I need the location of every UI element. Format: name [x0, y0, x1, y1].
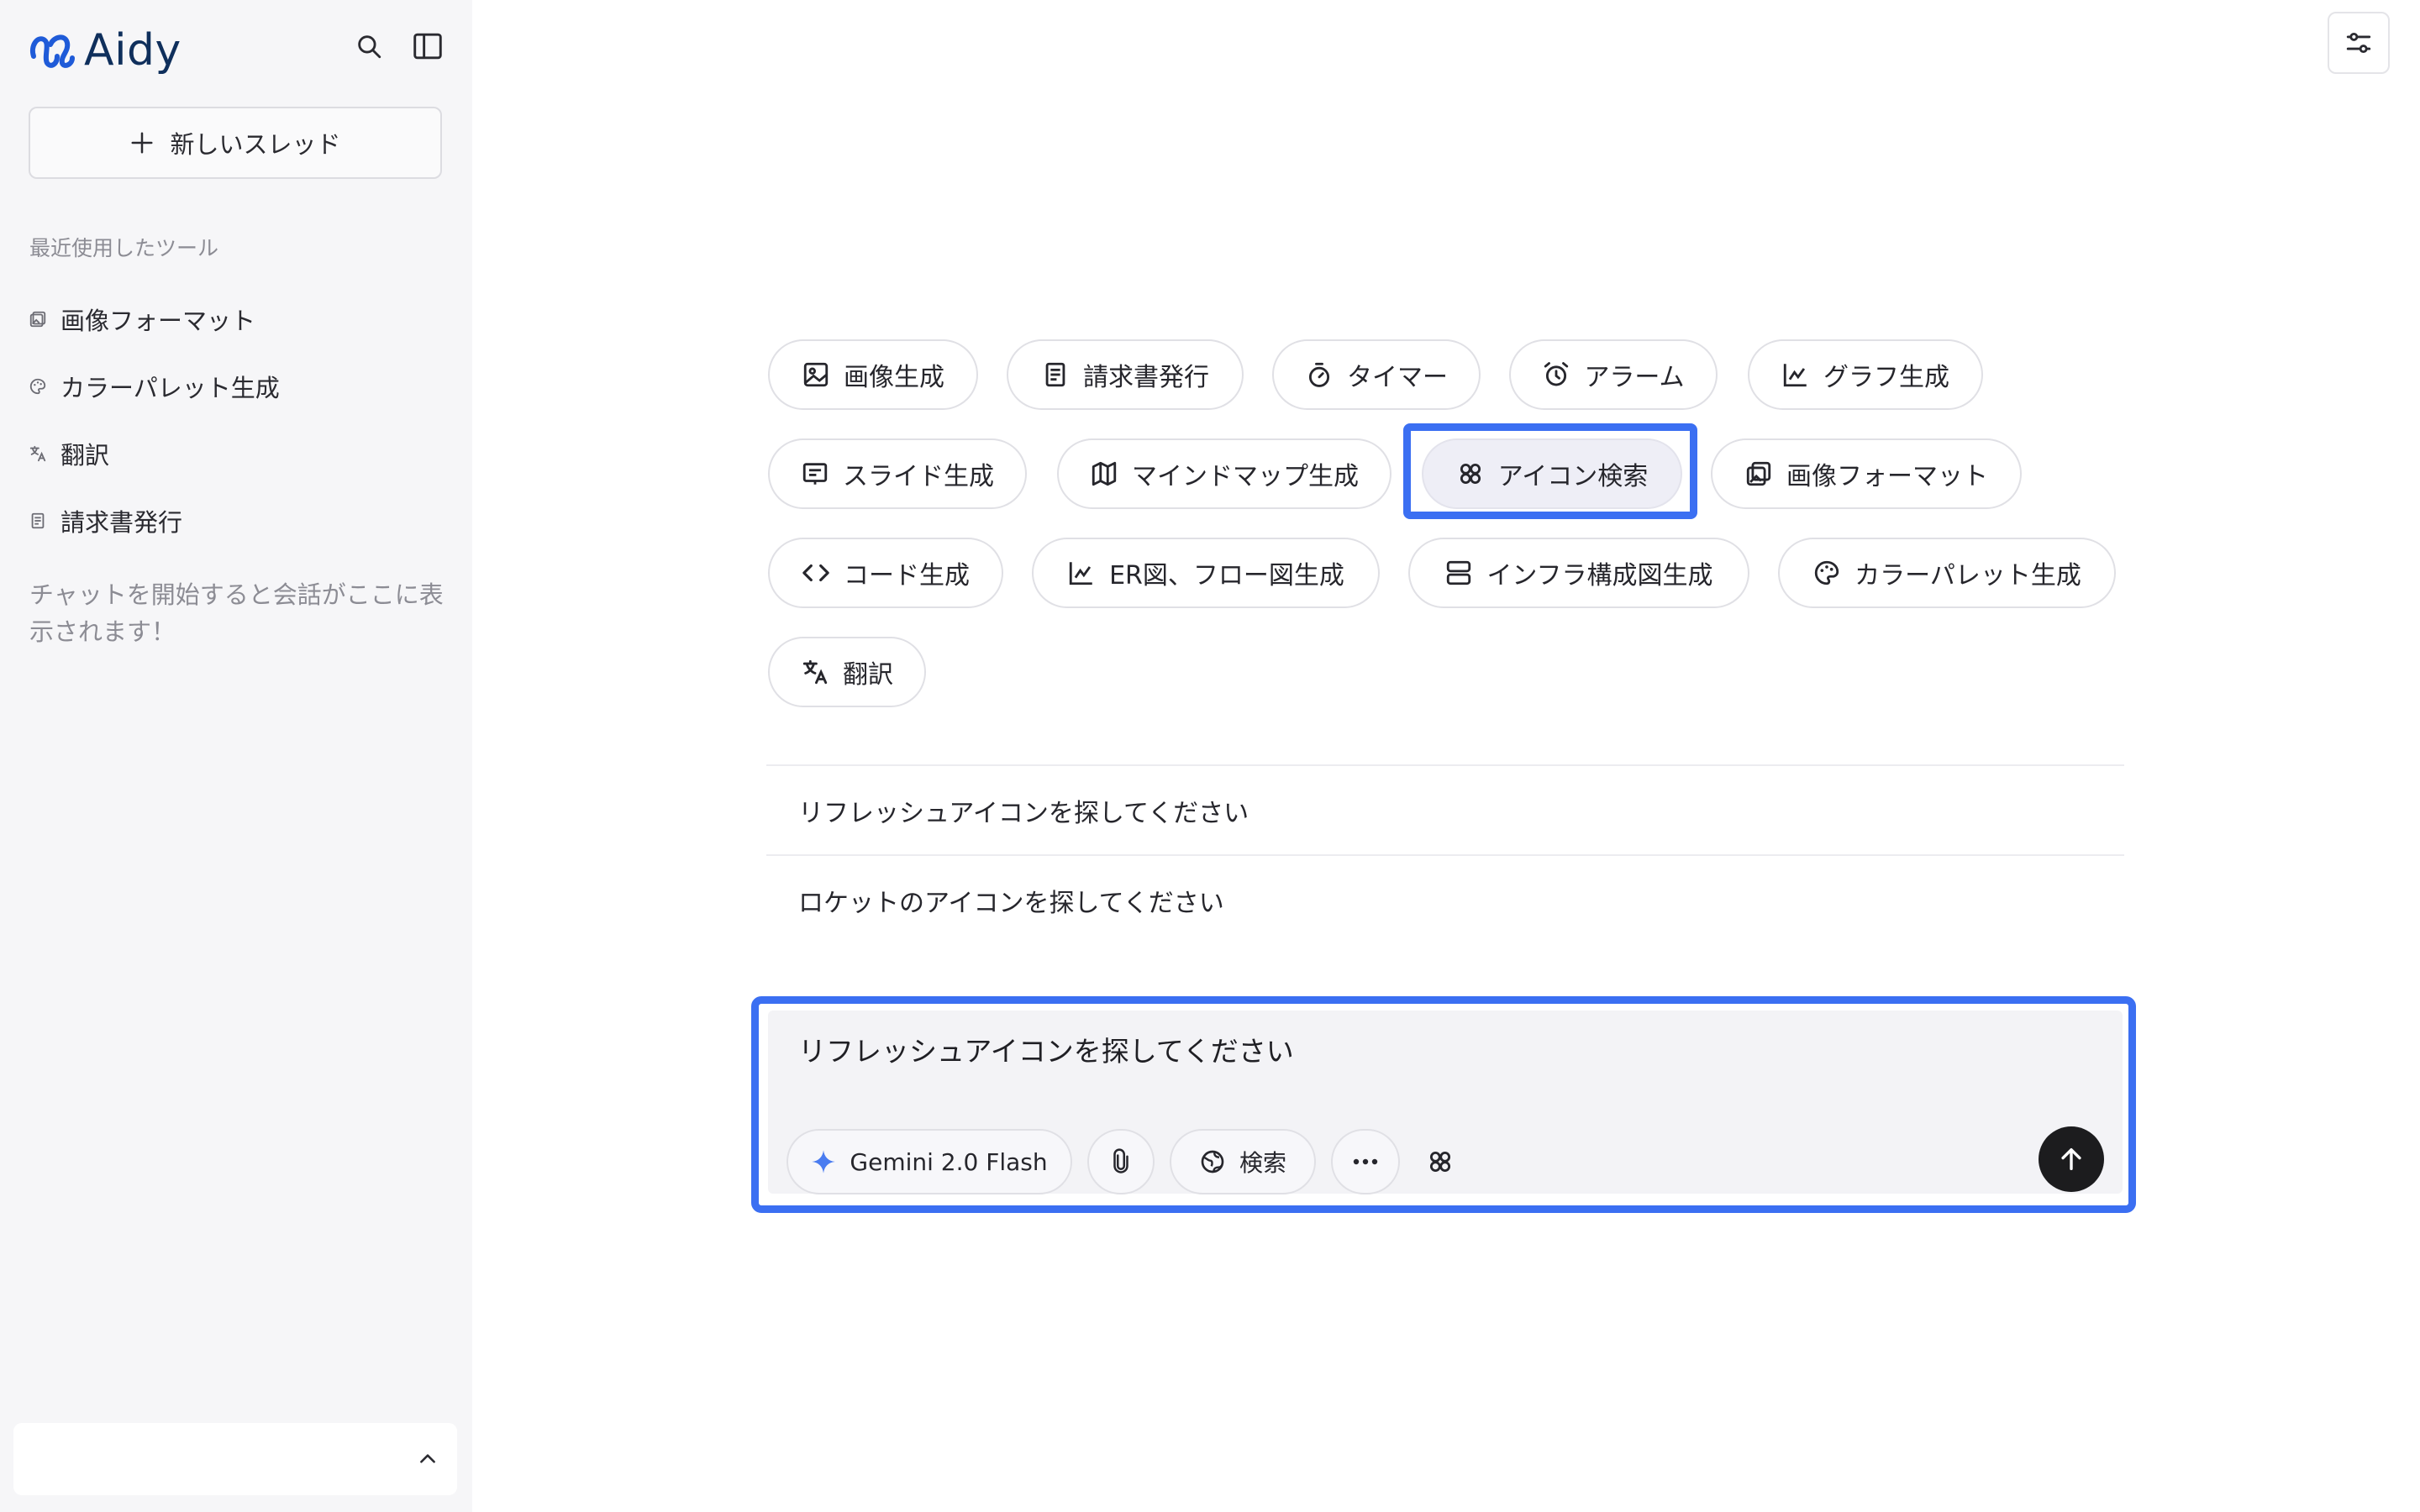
more-horizontal-icon	[1353, 1158, 1378, 1165]
icon-search-icon	[1460, 463, 1481, 485]
recent-item-label: 翻訳	[60, 441, 110, 470]
server-icon	[1447, 560, 1471, 585]
code-icon	[802, 564, 829, 582]
active-tool-indicator[interactable]	[1423, 1145, 1457, 1179]
tool-chip-color-palette[interactable]: カラーパレット生成	[1778, 538, 2116, 608]
empty-threads-message: チャットを開始すると会話がここに表示されます！	[29, 580, 444, 646]
tool-chip-invoice[interactable]: 請求書発行	[1007, 339, 1244, 410]
search-button[interactable]	[350, 27, 388, 66]
tool-chip-label: ER図、フロー図生成	[1109, 561, 1344, 591]
tool-chip-label: マインドマップ生成	[1132, 462, 1359, 491]
model-selector[interactable]: Gemini 2.0 Flash	[786, 1129, 1072, 1194]
tool-chip-label: 請求書発行	[1083, 363, 1209, 392]
web-search-toggle[interactable]: 検索	[1170, 1129, 1316, 1194]
account-menu[interactable]	[13, 1423, 457, 1495]
recent-item-translate[interactable]: 翻訳	[29, 420, 280, 487]
tool-chip-slides[interactable]: スライド生成	[768, 438, 1027, 509]
globe-icon	[1201, 1150, 1224, 1173]
icon-search-icon	[1429, 1151, 1451, 1173]
chart-icon	[1069, 562, 1092, 585]
paperclip-icon	[1113, 1148, 1128, 1173]
tool-chip-er-flow[interactable]: ER図、フロー図生成	[1032, 538, 1380, 608]
image-icon	[803, 362, 829, 387]
recent-item-label: カラーパレット生成	[60, 374, 280, 402]
timer-icon	[1308, 362, 1330, 387]
translate-icon	[29, 445, 46, 462]
suggestion-list: リフレッシュアイコンを探してください ロケットのアイコンを探してください	[766, 764, 2124, 944]
tool-chip-label: タイマー	[1347, 363, 1448, 392]
new-thread-button[interactable]: 新しいスレッド	[29, 107, 442, 179]
tool-chip-translate[interactable]: 翻訳	[768, 637, 926, 707]
chevron-up-icon	[420, 1454, 435, 1463]
sliders-icon	[2346, 32, 2371, 54]
tool-chip-label: アラーム	[1584, 363, 1685, 392]
model-label: Gemini 2.0 Flash	[850, 1147, 1048, 1176]
send-button[interactable]	[2039, 1126, 2104, 1192]
invoice-icon	[31, 512, 45, 529]
sidebar-toggle-icon	[413, 33, 442, 60]
tool-chip-label: 翻訳	[843, 660, 893, 690]
gemini-sparkle-icon	[812, 1150, 836, 1173]
map-icon	[1092, 461, 1117, 486]
brand[interactable]: Aidy	[29, 25, 182, 76]
tool-chip-mindmap[interactable]: マインドマップ生成	[1057, 438, 1392, 509]
suggestion-item[interactable]: リフレッシュアイコンを探してください	[766, 764, 2124, 854]
recent-item-label: 画像フォーマット	[60, 307, 256, 335]
slides-icon	[802, 463, 828, 485]
recent-item-color-palette[interactable]: カラーパレット生成	[29, 353, 280, 420]
tool-chip-label: インフラ構成図生成	[1486, 561, 1713, 591]
suggestion-item[interactable]: ロケットのアイコンを探してください	[766, 854, 2124, 944]
tool-chip-label: 画像フォーマット	[1786, 462, 1988, 491]
plus-icon	[131, 132, 153, 154]
tool-chip-alarm[interactable]: アラーム	[1509, 339, 1718, 410]
attach-button[interactable]	[1087, 1129, 1155, 1194]
more-options-button[interactable]	[1331, 1129, 1400, 1194]
palette-icon	[1814, 560, 1839, 585]
chart-icon	[1783, 364, 1807, 387]
message-input[interactable]	[798, 1032, 2059, 1065]
image-format-icon	[29, 311, 46, 328]
tool-chip-code[interactable]: コード生成	[768, 538, 1003, 608]
tool-chip-image-format[interactable]: 画像フォーマット	[1711, 438, 2022, 509]
arrow-up-icon	[2061, 1147, 2081, 1171]
tool-chip-chart[interactable]: グラフ生成	[1748, 339, 1983, 410]
tool-chip-image-generation[interactable]: 画像生成	[768, 339, 978, 410]
tool-chip-label: 画像生成	[844, 363, 944, 392]
tool-chip-icon-search[interactable]: アイコン検索	[1422, 438, 1682, 509]
tool-chip-infra[interactable]: インフラ構成図生成	[1408, 538, 1749, 608]
recent-item-label: 請求書発行	[60, 508, 183, 537]
recent-item-invoice[interactable]: 請求書発行	[29, 487, 280, 554]
tool-chip-label: カラーパレット生成	[1854, 561, 2081, 591]
brand-name: Aidy	[84, 25, 182, 76]
palette-icon	[29, 378, 46, 395]
tool-chip-label: コード生成	[844, 561, 970, 591]
brand-logo-icon	[29, 31, 76, 70]
tool-chip-timer[interactable]: タイマー	[1272, 339, 1481, 410]
tool-chip-label: グラフ生成	[1823, 363, 1949, 392]
toggle-sidebar-button[interactable]	[408, 27, 447, 66]
tool-chip-label: スライド生成	[843, 462, 994, 491]
new-thread-label: 新しいスレッド	[170, 130, 341, 159]
settings-button[interactable]	[2328, 12, 2390, 74]
tool-chip-label: アイコン検索	[1497, 462, 1649, 491]
invoice-icon	[1045, 362, 1065, 387]
recent-tools-title: 最近使用したツール	[29, 236, 219, 260]
recent-tools-list: 画像フォーマット カラーパレット生成 翻訳 請求書発行	[29, 286, 280, 554]
search-label: 検索	[1239, 1149, 1286, 1177]
translate-icon	[802, 659, 828, 685]
composer: Gemini 2.0 Flash 検索	[768, 1011, 2123, 1194]
sidebar: Aidy 新しいスレッド 最近使用したツール 画像フォーマット カラーパレット生…	[0, 0, 472, 1512]
image-format-icon	[1746, 461, 1771, 486]
recent-item-image-format[interactable]: 画像フォーマット	[29, 286, 280, 353]
alarm-icon	[1544, 362, 1569, 386]
search-icon	[358, 35, 381, 59]
